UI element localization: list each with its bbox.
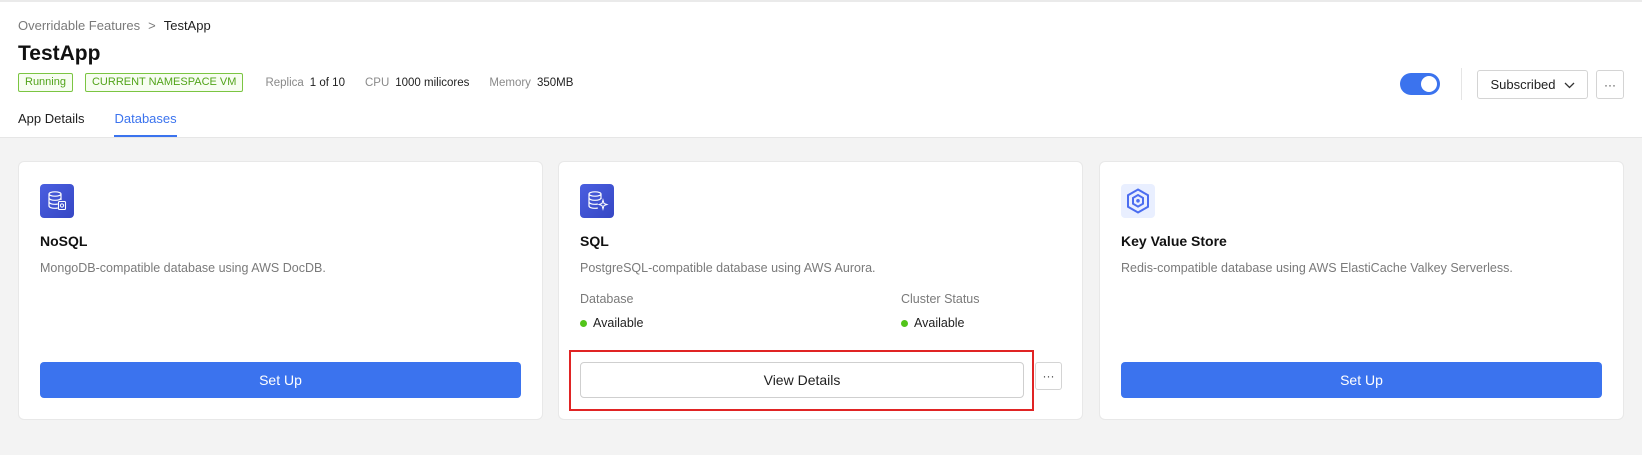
- more-horizontal-icon: ···: [1042, 369, 1055, 383]
- replica-value: 1 of 10: [309, 76, 345, 89]
- page-title: TestApp: [18, 42, 101, 65]
- status-badge: Running: [18, 73, 73, 92]
- key-value-title: Key Value Store: [1121, 233, 1227, 249]
- cluster-status-value: Available: [914, 316, 965, 330]
- key-value-hex-icon: [1121, 184, 1155, 218]
- tab-app-details[interactable]: App Details: [18, 111, 84, 137]
- nosql-setup-button[interactable]: Set Up: [40, 362, 521, 398]
- subscribed-label: Subscribed: [1490, 77, 1556, 92]
- status-dot-icon: [901, 319, 908, 327]
- namespace-badge: CURRENT NAMESPACE VM: [84, 73, 244, 92]
- database-status-label: Database: [580, 292, 634, 306]
- nosql-card: NoSQL MongoDB-compatible database using …: [18, 161, 543, 420]
- key-value-description: Redis-compatible database using AWS Elas…: [1121, 261, 1513, 275]
- subscribed-dropdown-button[interactable]: Subscribed: [1477, 70, 1588, 99]
- database-status-value: Available: [593, 316, 644, 330]
- status-dot-icon: [580, 319, 587, 327]
- key-value-card: Key Value Store Redis-compatible databas…: [1099, 161, 1624, 420]
- header-more-button[interactable]: ···: [1596, 70, 1624, 99]
- cluster-status-label: Cluster Status: [901, 292, 980, 306]
- tab-databases[interactable]: Databases: [114, 111, 177, 137]
- breadcrumb-current: TestApp: [163, 18, 211, 33]
- more-horizontal-icon: ···: [1604, 77, 1616, 92]
- nosql-title: NoSQL: [40, 233, 88, 249]
- database-sparkle-icon: [580, 184, 614, 218]
- app-meta-row: Running CURRENT NAMESPACE VM Replica 1 o…: [18, 73, 583, 92]
- cpu-value: 1000 milicores: [395, 76, 470, 89]
- chevron-down-icon: [1564, 77, 1575, 92]
- sql-description: PostgreSQL-compatible database using AWS…: [580, 261, 876, 275]
- cpu-label: CPU: [364, 76, 390, 89]
- app-header: Overridable Features > TestApp TestApp R…: [0, 2, 1642, 138]
- cluster-status: Available: [901, 316, 965, 330]
- header-divider: [1461, 68, 1462, 100]
- memory-label: Memory: [489, 76, 531, 89]
- memory-value: 350MB: [536, 76, 574, 89]
- database-status: Available: [580, 316, 644, 330]
- breadcrumb-parent[interactable]: Overridable Features: [18, 18, 140, 33]
- sql-more-button[interactable]: ···: [1035, 362, 1062, 390]
- replica-label: Replica: [265, 76, 304, 89]
- tab-bar: App Details Databases: [18, 111, 177, 137]
- breadcrumb-separator: >: [148, 18, 156, 33]
- highlight-box: [569, 350, 1034, 411]
- sql-title: SQL: [580, 233, 609, 249]
- key-value-setup-button[interactable]: Set Up: [1121, 362, 1602, 398]
- breadcrumb: Overridable Features > TestApp: [18, 18, 211, 33]
- app-enabled-toggle[interactable]: [1400, 73, 1440, 95]
- nosql-description: MongoDB-compatible database using AWS Do…: [40, 261, 326, 275]
- database-icon: [40, 184, 74, 218]
- toggle-knob: [1421, 76, 1437, 92]
